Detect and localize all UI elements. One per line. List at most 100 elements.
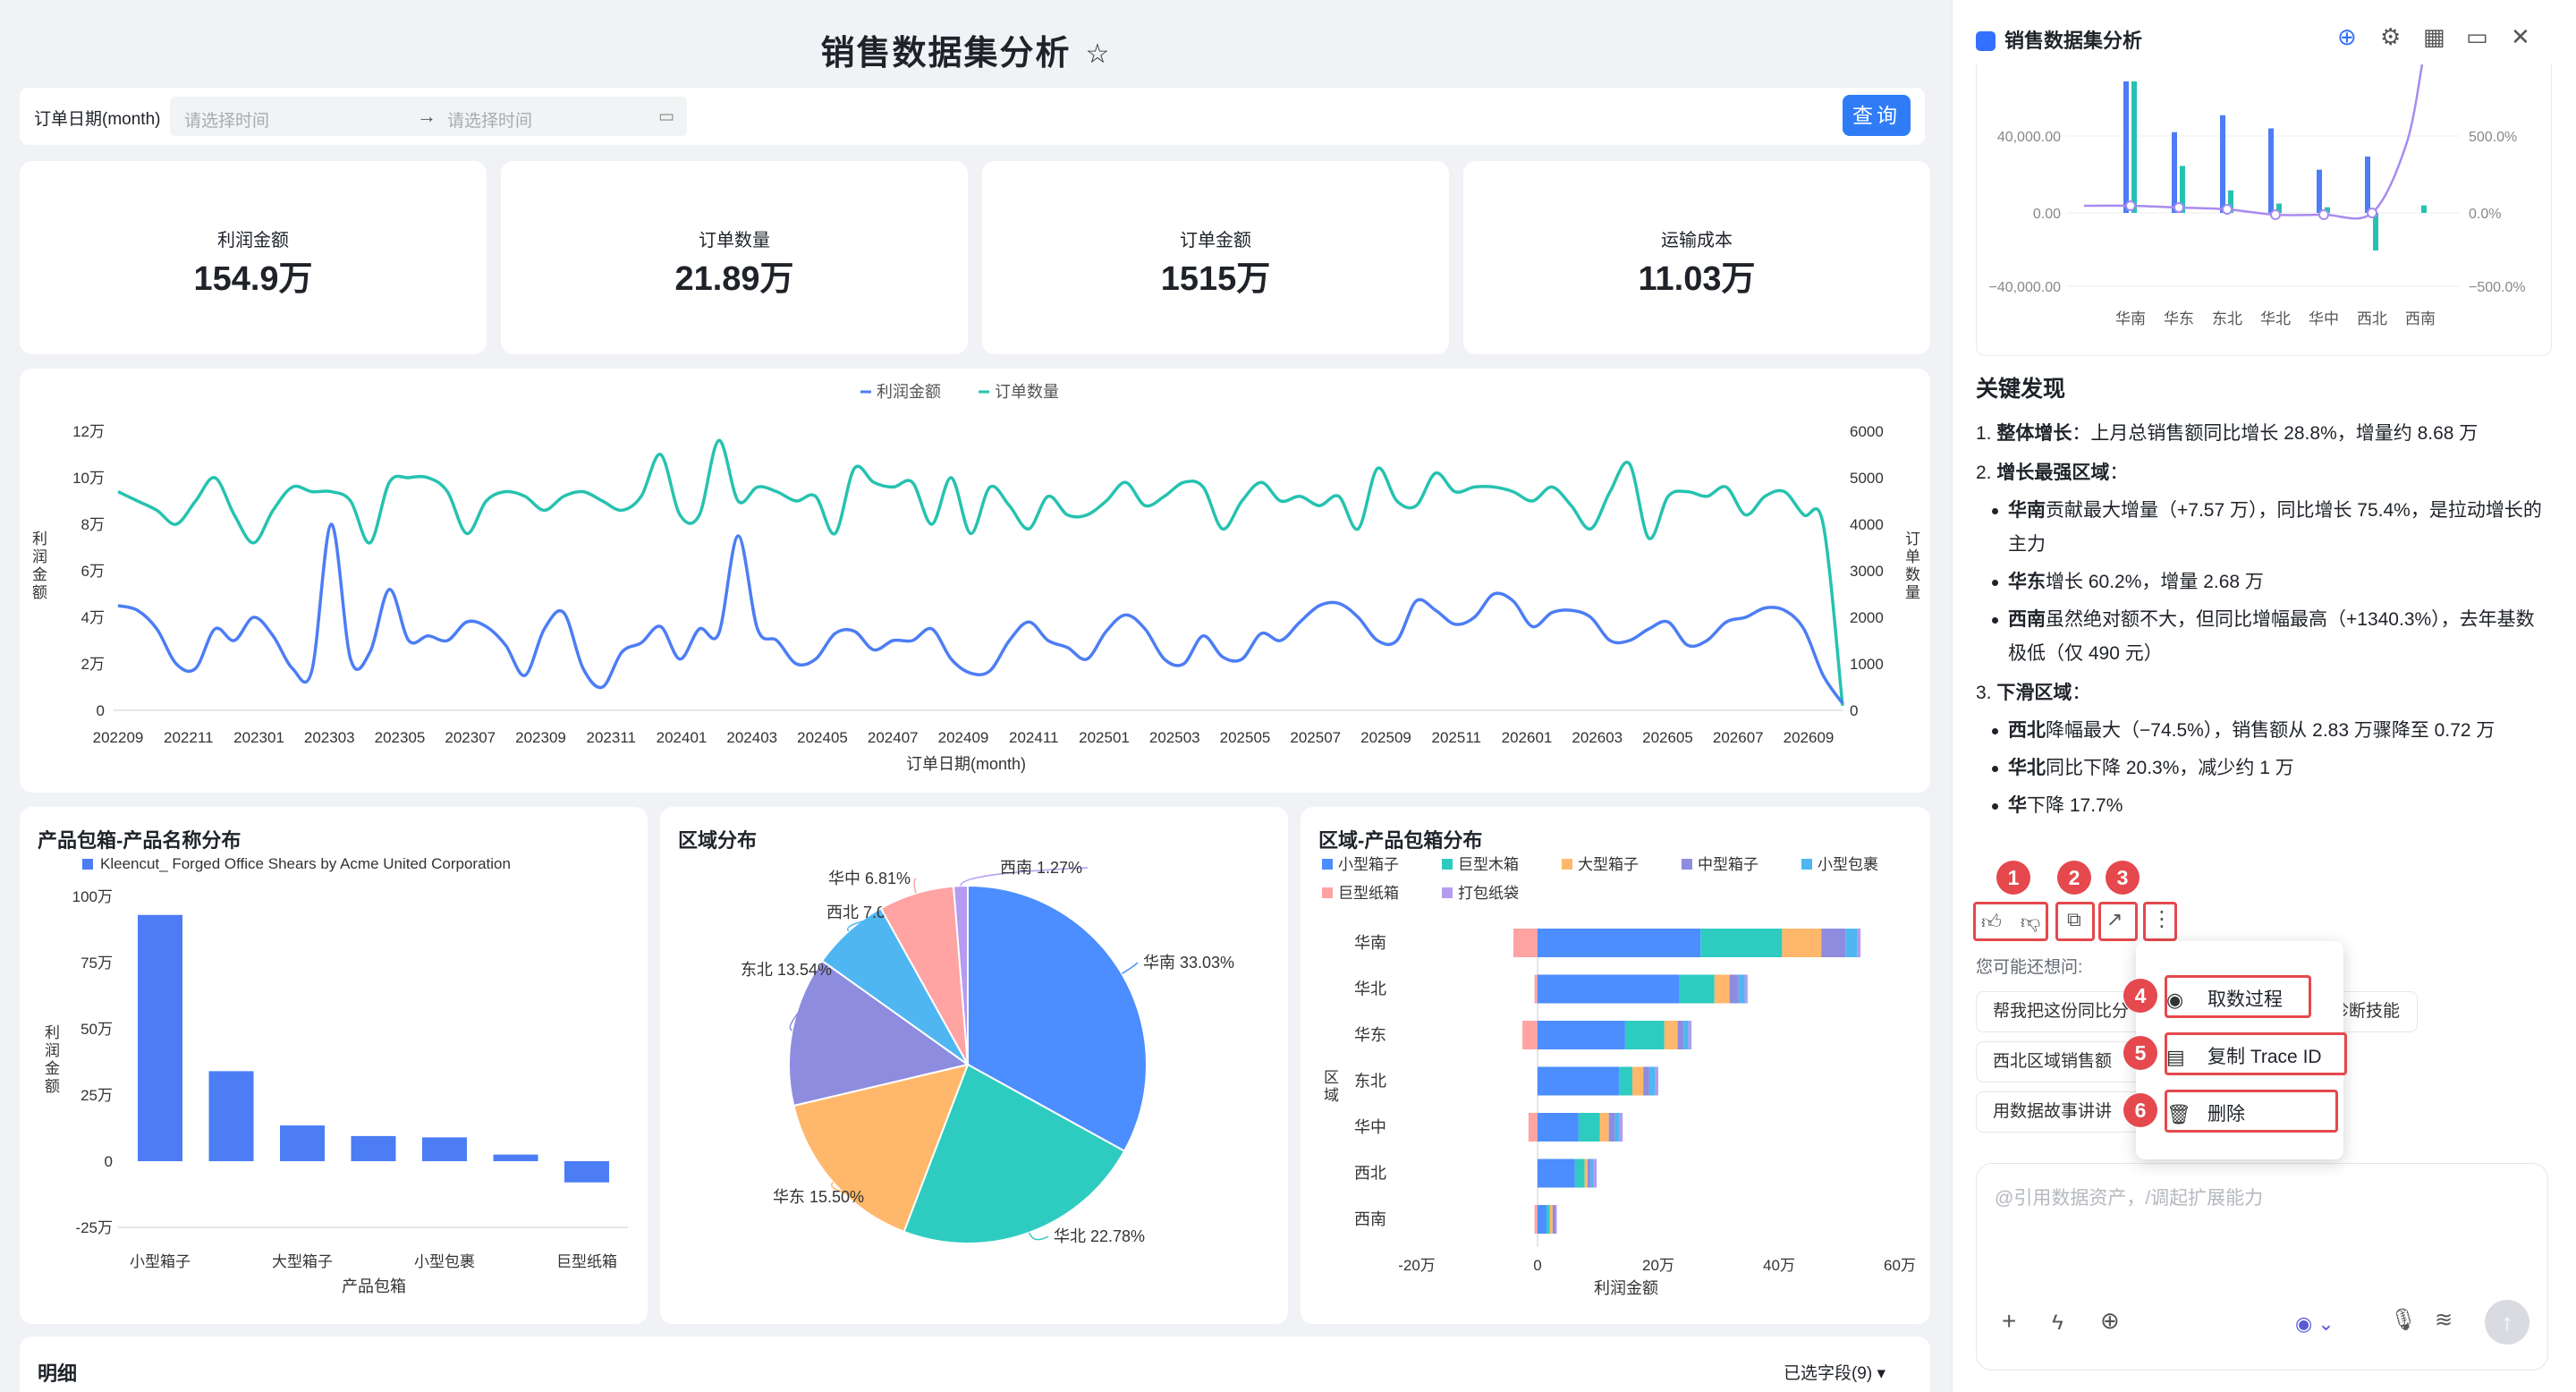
pie-label: 华中 6.81% xyxy=(828,870,911,887)
stacked-bar-segment xyxy=(1549,1205,1553,1234)
end-date-input[interactable]: 请选择时间 xyxy=(447,107,532,132)
mic-icon[interactable]: 🎙︎ xyxy=(2390,1307,2417,1333)
new-chat-icon[interactable]: ⊕ xyxy=(2337,23,2357,51)
star-icon[interactable]: ☆ xyxy=(1086,39,1112,69)
panel-title: 销售数据集分析 xyxy=(1976,25,2142,54)
stacked-bar-segment xyxy=(1538,929,1701,957)
y2-tick-label: 4000 xyxy=(1850,516,1884,533)
kpi-label: 运输成本 xyxy=(1661,231,1733,250)
kpi-label: 订单金额 xyxy=(1180,231,1251,250)
embedded-chart-card: 40,000.00 500.0% 0.00 0.0% −40,000.00 −500.0%… xyxy=(1976,64,2552,356)
x-tick-label: 40万 xyxy=(1763,1257,1795,1274)
x-tick-label: 202509 xyxy=(1360,729,1411,746)
calendar-icon[interactable]: ▭ xyxy=(658,106,674,127)
stacked-bar-segment xyxy=(1538,1205,1547,1234)
y2-tick-label: 6000 xyxy=(1850,423,1884,440)
close-icon[interactable]: ✕ xyxy=(2511,23,2530,51)
stacked-bar-segment xyxy=(1688,1021,1692,1049)
legend-swatch xyxy=(1322,859,1333,870)
stacked-bar-segment xyxy=(1679,974,1715,1004)
stacked-bar-segment xyxy=(1608,1113,1615,1142)
y2-tick-label: 1000 xyxy=(1850,656,1884,673)
chart-title: 产品包箱-产品名称分布 xyxy=(38,829,242,852)
stacked-bar-segment xyxy=(1534,974,1538,1004)
globe-icon[interactable]: ⊕ xyxy=(2100,1307,2120,1335)
x-tick-label: 202505 xyxy=(1220,729,1271,746)
y-axis-label: 额 xyxy=(32,584,47,601)
stacked-bar-segment xyxy=(1624,1021,1665,1049)
bar xyxy=(208,1071,254,1161)
kpi-card-profit: 利润金额 154.9万 xyxy=(20,161,487,354)
y-axis-label: 利 xyxy=(45,1024,60,1041)
key-findings: 关键发现 1. 整体增长：上月总销售额同比增长 28.8%，增量约 8.68 万… xyxy=(1976,372,2548,827)
pie-label: 华东 15.50% xyxy=(773,1188,864,1206)
chart-logo-icon xyxy=(1976,31,1996,51)
stacked-bar-segment xyxy=(1857,929,1861,957)
yoy-point xyxy=(2125,200,2136,211)
y-tick-label: 10万 xyxy=(72,470,105,487)
screen-icon[interactable]: ▭ xyxy=(2466,23,2488,51)
calendar-icon[interactable]: ▦ xyxy=(2423,23,2445,51)
stacked-bar-segment xyxy=(1590,1159,1594,1188)
finding-text: 虽然绝对额不大，但同比增幅最高（+1340.3%），去年基数极低（仅 490 元… xyxy=(2008,609,2535,664)
finding-number: 1. xyxy=(1976,423,1997,444)
stacked-bar-segment xyxy=(1538,1113,1579,1142)
y-axis-label: 利 xyxy=(32,530,47,547)
bar xyxy=(2172,132,2177,213)
findings-list: 1. 整体增长：上月总销售额同比增长 28.8%，增量约 8.68 万 2. 增长… xyxy=(1976,417,2548,823)
send-icon[interactable]: ↑ xyxy=(2485,1300,2529,1345)
date-range-picker[interactable]: 请选择时间 → 请选择时间 ▭ xyxy=(170,97,687,136)
settings-icon[interactable]: ⚙ xyxy=(2380,23,2401,51)
legend-label: Kleencut_ Forged Office Shears by Acme U… xyxy=(100,855,511,872)
x-tick-label: 小型包裹 xyxy=(414,1253,475,1270)
stacked-bar-segment xyxy=(1552,1205,1556,1234)
plus-icon[interactable]: + xyxy=(2002,1307,2016,1336)
y-axis-label: 润 xyxy=(32,548,47,565)
selected-fields-dropdown[interactable]: 已选字段(9) ▾ xyxy=(1784,1360,1885,1384)
query-button[interactable]: 查询 xyxy=(1843,95,1911,136)
stacked-bar-segment xyxy=(1845,929,1858,957)
y-tick-label: 东北 xyxy=(1354,1073,1386,1091)
model-icon[interactable]: ◉ ⌄ xyxy=(2295,1312,2334,1336)
x-tick-label: 202411 xyxy=(1009,729,1058,746)
badge-6: 6 xyxy=(2123,1093,2157,1127)
kpi-value: 154.9万 xyxy=(193,260,313,298)
x-tick-label: 202605 xyxy=(1642,729,1693,746)
badge-5: 5 xyxy=(2123,1036,2157,1070)
finding-item: 3. 下滑区域： xyxy=(1976,676,2548,710)
chat-input[interactable]: @引用数据资产，/调起扩展能力 + ϟ ⊕ ◉ ⌄ 🎙︎ ≋ ↑ xyxy=(1976,1163,2548,1371)
y-tick-label: 50万 xyxy=(80,1021,113,1038)
yoy-point xyxy=(2367,208,2377,218)
y-axis-label: 金 xyxy=(45,1060,60,1077)
y2-tick-label: −500.0% xyxy=(2469,280,2526,295)
detail-title: 明细 xyxy=(38,1362,78,1385)
suggestion-chip[interactable]: 诊断技能 xyxy=(2332,991,2418,1032)
filter-label: 订单日期(month) xyxy=(34,110,161,129)
legend-swatch xyxy=(1562,859,1572,870)
x-tick-label: 202403 xyxy=(726,729,777,746)
bar xyxy=(2373,213,2378,250)
region-yoy-chart: 40,000.00 500.0% 0.00 0.0% −40,000.00 −500.0%… xyxy=(1988,64,2526,327)
findings-title: 关键发现 xyxy=(1976,377,2066,402)
highlight-box-share xyxy=(2098,902,2138,941)
bar xyxy=(2268,128,2274,213)
y-tick-label: −40,000.00 xyxy=(1988,280,2061,295)
x-tick-label: 202305 xyxy=(375,729,426,746)
x-tick-label: 202209 xyxy=(93,729,144,746)
stacked-bar-segment xyxy=(1782,929,1822,957)
start-date-input[interactable]: 请选择时间 xyxy=(184,107,269,132)
stacked-bar-segment xyxy=(1738,974,1745,1004)
voice-icon[interactable]: ≋ xyxy=(2435,1307,2453,1333)
series-line-order-count xyxy=(117,438,1844,706)
stacked-bar-segment xyxy=(1588,1159,1591,1188)
stacked-bar-segment xyxy=(1522,1021,1538,1049)
legend-swatch xyxy=(1442,859,1453,870)
kpi-card-shipping-cost: 运输成本 11.03万 xyxy=(1463,161,1930,354)
bar xyxy=(2421,205,2427,213)
stacked-bar-segment xyxy=(1599,1113,1609,1142)
bar xyxy=(280,1125,325,1161)
legend-swatch xyxy=(1801,859,1812,870)
lightning-icon[interactable]: ϟ xyxy=(2052,1311,2063,1336)
x-tick-label: 202407 xyxy=(868,729,919,746)
x-tick-label: 202503 xyxy=(1149,729,1200,746)
